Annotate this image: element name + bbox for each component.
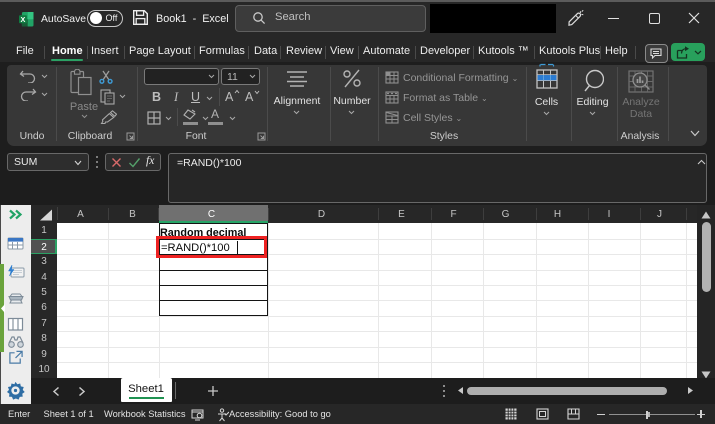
svg-text:X: X	[21, 15, 26, 24]
